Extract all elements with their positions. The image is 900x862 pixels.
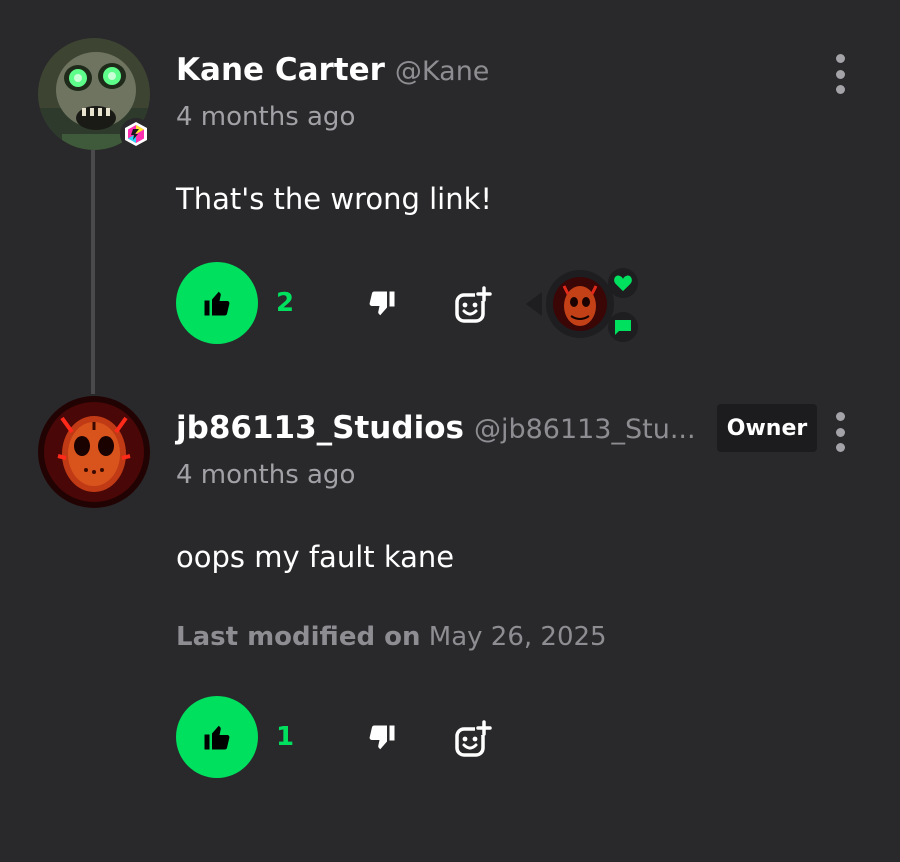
comment-time: 4 months ago <box>176 102 356 132</box>
author-name[interactable]: Kane Carter <box>176 52 385 88</box>
like-count: 2 <box>276 288 295 318</box>
creator-badge-icon <box>120 118 152 150</box>
thumbs-down-icon <box>369 725 395 750</box>
thumbs-up-icon <box>204 291 230 316</box>
last-modified: Last modified on May 26, 2025 <box>176 622 607 652</box>
more-options-icon[interactable] <box>832 412 848 452</box>
chat-bubble-icon <box>608 312 638 342</box>
heart-icon <box>608 268 638 298</box>
add-reaction-icon <box>455 286 492 323</box>
author-handle[interactable]: @jb86113_Stu... <box>474 414 696 445</box>
author-row: jb86113_Studios @jb86113_Stu... <box>176 410 696 446</box>
comment-time: 4 months ago <box>176 460 356 490</box>
author-row: Kane Carter @Kane <box>176 52 489 88</box>
add-reaction-button[interactable] <box>450 282 496 328</box>
more-options-icon[interactable] <box>832 54 848 94</box>
thumbs-up-icon <box>204 725 230 750</box>
like-button[interactable] <box>176 696 258 778</box>
last-modified-date: May 26, 2025 <box>428 622 607 652</box>
add-reaction-button[interactable] <box>450 716 496 762</box>
owner-badge: Owner <box>717 404 817 452</box>
author-handle[interactable]: @Kane <box>395 56 490 87</box>
like-count: 1 <box>276 722 295 752</box>
reply-thread-line <box>91 150 95 394</box>
dislike-button[interactable] <box>362 284 402 324</box>
author-name[interactable]: jb86113_Studios <box>176 410 464 446</box>
last-modified-label: Last modified on <box>176 622 421 652</box>
thumbs-down-icon <box>369 291 395 316</box>
dislike-button[interactable] <box>362 718 402 758</box>
add-reaction-icon <box>455 720 492 757</box>
avatar[interactable] <box>38 396 150 508</box>
comment-text: That's the wrong link! <box>176 182 493 216</box>
comment-text: oops my fault kane <box>176 540 455 574</box>
like-button[interactable] <box>176 262 258 344</box>
